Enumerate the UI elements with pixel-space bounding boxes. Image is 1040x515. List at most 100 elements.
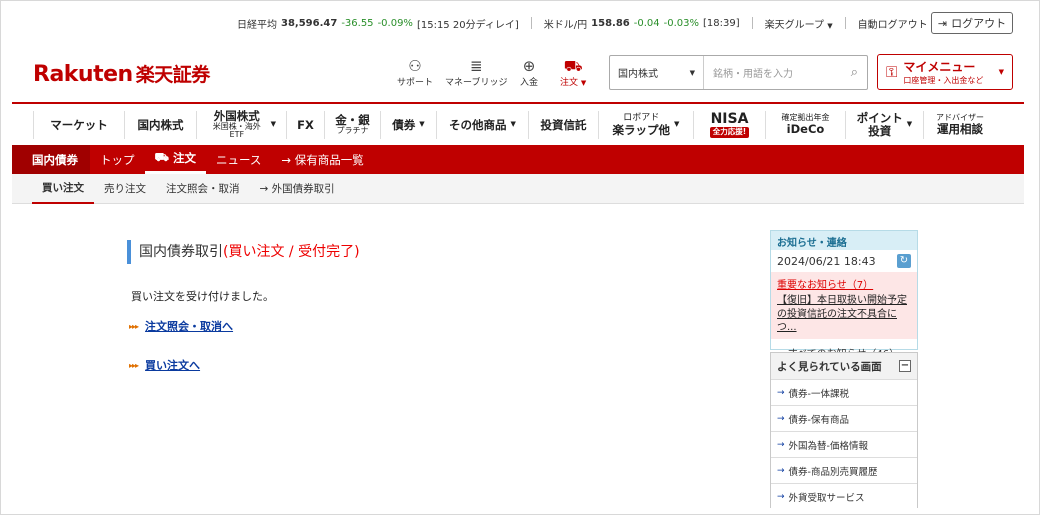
nav-label: 運用相談 xyxy=(937,122,983,137)
rakuten-logo[interactable]: Rakuten 楽天証券 xyxy=(33,60,210,87)
nav-gold-silver[interactable]: 金・銀 プラチナ xyxy=(325,111,381,139)
nav-label: マーケット xyxy=(50,117,108,132)
section-tab-top[interactable]: トップ xyxy=(90,145,145,174)
important-news-link[interactable]: 重要なお知らせ（7） xyxy=(777,276,911,291)
section-tab-label: 注文 xyxy=(172,151,196,165)
search-icon[interactable]: ⌕ xyxy=(851,65,858,80)
account-icon: ⚿ xyxy=(886,63,898,81)
section-tab-holdings[interactable]: → 保有商品一覧 xyxy=(271,145,373,174)
caret-down-icon: ▼ xyxy=(906,120,913,129)
nav-advisor[interactable]: アドバイザー 運用相談 xyxy=(924,111,996,139)
arrow-icon: ▸▸▸ xyxy=(129,321,139,331)
arrow-icon: → xyxy=(777,413,785,424)
my-menu-button[interactable]: ⚿ マイメニュー 口座管理・入出金など ▼ xyxy=(877,54,1013,90)
order-tabs: 買い注文 売り注文 注文照会・取消 → 外国債券取引 xyxy=(12,174,1024,204)
nav-ideco[interactable]: 確定拠出年金 iDeCo xyxy=(766,111,846,139)
caret-down-icon: ▼ xyxy=(998,68,1004,76)
support-link[interactable]: ⚇ サポート xyxy=(397,57,433,88)
money-bridge-link[interactable]: ≣ マネーブリッジ xyxy=(445,57,507,88)
tab-order-inquiry[interactable]: 注文照会・取消 xyxy=(156,174,250,204)
nikkei-time: [15:15 20分ディレイ] xyxy=(416,19,519,31)
refresh-icon[interactable]: ↻ xyxy=(897,254,911,268)
nav-label-wrap: NISA 全力応援! xyxy=(709,111,750,138)
link-buy-order-row: ▸▸▸ 買い注文へ xyxy=(129,357,200,373)
frequent-pages-title: よく見られている画面 xyxy=(777,360,882,373)
nav-other-products[interactable]: その他商品 ▼ xyxy=(437,111,529,139)
cart-icon: ⛟ xyxy=(154,150,169,164)
caret-down-icon: ▼ xyxy=(674,120,680,129)
important-news-body[interactable]: 【復旧】本日取扱い開始予定の投資信託の注文不具合につ... xyxy=(777,294,911,335)
page-title-prefix: 国内債券取引 xyxy=(139,244,223,260)
nav-label: その他商品 xyxy=(449,117,507,132)
frequent-page-item[interactable]: → 債券-保有商品 xyxy=(771,405,917,431)
tab-foreign-bonds[interactable]: → 外国債券取引 xyxy=(250,174,345,204)
usd-time: [18:39] xyxy=(703,17,740,29)
global-nav: マーケット 国内株式 外国株式 米国株・海外ETF ▼ FX 金・銀 プラチナ 債券 ▼… xyxy=(33,107,996,143)
search-placeholder: 銘柄・用語を入力 xyxy=(713,69,793,80)
logout-button[interactable]: ⇥ ログアウト xyxy=(931,12,1013,34)
order-label-text: 注文 xyxy=(560,78,579,88)
nikkei-pct: -0.09% xyxy=(377,17,413,29)
order-link[interactable]: ⛟ 注文 ▼ xyxy=(560,57,586,88)
nav-nisa[interactable]: NISA 全力応援! xyxy=(694,111,766,139)
arrow-icon: → xyxy=(777,387,785,398)
nav-label-wrap: アドバイザー 運用相談 xyxy=(936,113,984,137)
logo-kanji: 楽天証券 xyxy=(135,64,211,86)
money-bridge-icon: ≣ xyxy=(469,57,483,75)
nav-label-wrap: ポイント 投資 xyxy=(857,112,903,137)
page-title: 国内債券取引(買い注文 / 受付完了) xyxy=(127,240,360,264)
news-header: お知らせ・連絡 xyxy=(771,231,917,250)
cart-icon: ⛟ xyxy=(563,57,583,75)
section-tab-news[interactable]: ニュース xyxy=(206,145,271,174)
money-bridge-label: マネーブリッジ xyxy=(445,78,508,88)
nav-label-wrap: ロボアド 楽ラップ他 xyxy=(613,113,671,137)
frequent-page-item[interactable]: → 債券-一体課税 xyxy=(771,379,917,405)
nav-point-invest[interactable]: ポイント 投資 ▼ xyxy=(846,111,924,139)
deposit-label: 入金 xyxy=(520,78,539,88)
nav-mutual-funds[interactable]: 投資信託 xyxy=(529,111,599,139)
page-title-status: (買い注文 / 受付完了) xyxy=(223,244,360,260)
nav-label: iDeCo xyxy=(786,122,825,137)
section-label[interactable]: 国内債券 xyxy=(12,145,90,174)
nav-foreign-stock[interactable]: 外国株式 米国株・海外ETF ▼ xyxy=(197,110,287,140)
frequent-page-item[interactable]: → 債券-商品別売買履歴 xyxy=(771,457,917,483)
section-tab-order[interactable]: ⛟ 注文 xyxy=(144,145,206,174)
order-label: 注文 ▼ xyxy=(560,75,586,88)
deposit-icon: ⊕ xyxy=(522,57,536,75)
nav-robo-advisor[interactable]: ロボアド 楽ラップ他 ▼ xyxy=(599,111,694,139)
nav-sublabel: プラチナ xyxy=(336,125,369,135)
arrow-icon: → xyxy=(777,491,785,502)
tab-buy-order[interactable]: 買い注文 xyxy=(32,174,94,204)
frequent-page-label: 外国為替-価格情報 xyxy=(788,440,868,452)
search-input[interactable]: 銘柄・用語を入力 ⌕ xyxy=(704,56,867,89)
nav-label-wrap: 外国株式 米国株・海外ETF xyxy=(207,110,267,140)
autologout-label: 自動ログアウト xyxy=(857,19,928,31)
usd-pct: -0.03% xyxy=(663,17,700,29)
frequent-page-label: 債券-一体課税 xyxy=(788,388,849,400)
caret-down-icon: ▼ xyxy=(510,120,516,129)
my-menu-title: マイメニュー xyxy=(903,60,976,74)
frequent-page-label: 外貨受取サービス xyxy=(788,492,865,504)
nav-bonds[interactable]: 債券 ▼ xyxy=(381,111,437,139)
arrow-icon: → xyxy=(777,439,785,450)
link-order-inquiry[interactable]: 注文照会・取消へ xyxy=(145,318,233,334)
nav-market[interactable]: マーケット xyxy=(33,111,125,139)
usd-value: 158.86 xyxy=(591,17,630,29)
nav-label: NISA xyxy=(710,111,749,128)
tab-sell-order[interactable]: 売り注文 xyxy=(94,174,156,204)
frequent-page-item[interactable]: → 外貨受取サービス xyxy=(771,483,917,509)
link-buy-order[interactable]: 買い注文へ xyxy=(145,357,200,373)
nav-domestic-stock[interactable]: 国内株式 xyxy=(125,111,197,139)
logout-label: ログアウト xyxy=(951,17,1007,30)
frequent-page-item[interactable]: → 外国為替-価格情報 xyxy=(771,431,917,457)
search-category-select[interactable]: 国内株式 ▼ xyxy=(610,56,704,89)
support-label: サポート xyxy=(397,78,434,88)
nav-fx[interactable]: FX xyxy=(287,111,325,139)
divider xyxy=(844,17,846,29)
collapse-icon[interactable]: − xyxy=(899,360,911,372)
news-date-row: 2024/06/21 18:43 ↻ xyxy=(771,250,917,272)
usd-change: -0.04 xyxy=(633,17,660,29)
group-menu[interactable]: 楽天グループ ▼ xyxy=(765,16,833,31)
deposit-link[interactable]: ⊕ 入金 xyxy=(520,57,538,88)
caret-down-icon: ▼ xyxy=(270,120,276,129)
